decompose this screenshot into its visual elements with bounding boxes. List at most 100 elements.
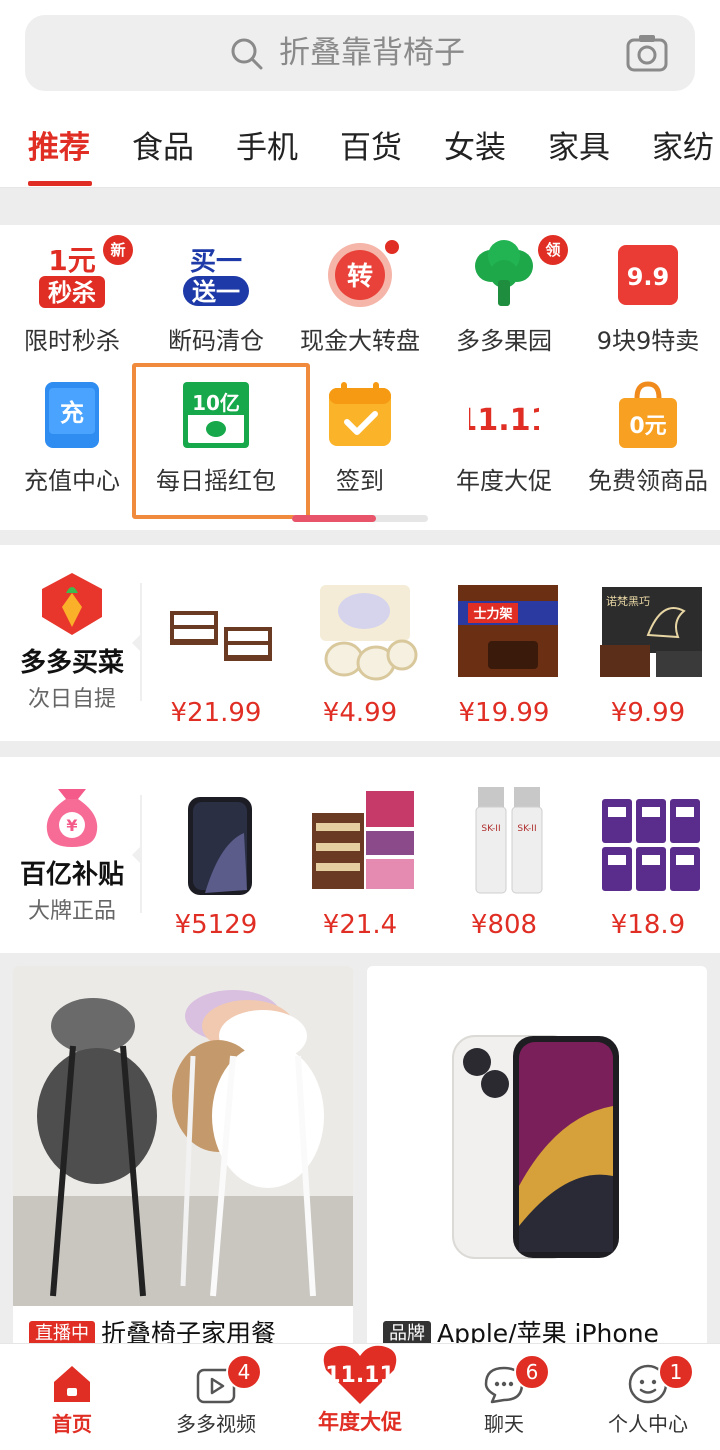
profile-badge: 1 (658, 1354, 694, 1390)
svg-text:9.9: 9.9 (627, 263, 670, 291)
category-tabs: 推荐 食品 手机 百货 女装 家具 家纺 (0, 104, 720, 188)
dark-chocolate-image: 诺梵黑巧 (600, 587, 702, 677)
svg-text:充: 充 (60, 399, 84, 427)
product-price: ¥5129 (174, 910, 258, 940)
feature-grid: 1元 秒杀 新 限时秒杀 买一 送一 断码清仓 转 现金大转盘 领 多多果园 9… (0, 225, 720, 530)
iphone-image (188, 797, 252, 895)
product-card[interactable]: ¥21.4 (290, 775, 430, 945)
claim-badge: 领 (538, 235, 568, 265)
product-price: ¥18.9 (610, 910, 686, 940)
svg-text:SK-II: SK-II (517, 824, 536, 834)
product-card[interactable]: ¥18.9 (578, 775, 718, 945)
grid-label: 多多果园 (456, 327, 552, 355)
money-bag-icon: ¥ (46, 789, 98, 847)
grid-item-annual-sale[interactable]: 11.11 年度大促 (432, 365, 576, 495)
svg-text:诺梵黑巧: 诺梵黑巧 (606, 595, 650, 608)
svg-text:¥: ¥ (66, 816, 77, 835)
search-icon (231, 38, 263, 70)
svg-text:11.11: 11.11 (325, 1363, 395, 1388)
product-price: ¥808 (470, 910, 538, 940)
carrot-icon (42, 573, 102, 635)
svg-text:买一: 买一 (190, 247, 242, 277)
search-input[interactable]: 折叠靠背椅子 (25, 15, 695, 91)
feed-card[interactable]: 品牌 Apple/苹果 iPhone (367, 966, 707, 1386)
chocolate-bars-image (312, 791, 414, 889)
double-eleven-heart-icon: 11.11 (323, 1345, 397, 1404)
tab-womens-wear[interactable]: 女装 (444, 126, 506, 170)
grid-label: 免费领商品 (588, 467, 708, 495)
search-header: 折叠靠背椅子 (0, 0, 720, 104)
product-card[interactable]: 诺梵黑巧 ¥9.99 (578, 563, 718, 733)
tab-general-goods[interactable]: 百货 (340, 126, 402, 170)
clearance-icon: 买一 送一 (183, 247, 249, 306)
grid-label: 断码清仓 (168, 327, 264, 355)
grid-item-cash-wheel[interactable]: 转 现金大转盘 (288, 225, 432, 355)
snickers-box-image: 士力架 (458, 585, 558, 677)
grid-label: 现金大转盘 (300, 327, 420, 355)
grid-scroll-thumb (292, 515, 376, 522)
grid-label: 充值中心 (24, 467, 120, 495)
grid-label: 9块9特卖 (596, 327, 700, 355)
nine-nine-icon: 9.9 (618, 245, 678, 305)
product-card[interactable]: ¥21.99 (146, 563, 286, 733)
product-price: ¥21.4 (322, 910, 398, 940)
promo-subtitle: 次日自提 (27, 687, 116, 712)
tab-home-textile[interactable]: 家纺 (652, 126, 714, 170)
chocolate-box-image (170, 611, 272, 661)
grid-item-flash-sale[interactable]: 1元 秒杀 新 限时秒杀 (0, 225, 144, 355)
diaper-packs-image (602, 799, 700, 891)
bottom-nav: 首页 4 多多视频 11.11 年度大促 6 聊天 1 个人中心 (0, 1343, 720, 1450)
grid-label: 限时秒杀 (24, 327, 120, 355)
svg-text:1元: 1元 (48, 244, 95, 277)
grid-item-nine-nine[interactable]: 9.9 9块9特卖 (576, 225, 720, 355)
grid-label: 年度大促 (456, 467, 552, 495)
tab-furniture[interactable]: 家具 (548, 126, 610, 170)
svg-text:秒杀: 秒杀 (48, 279, 96, 307)
nav-home[interactable]: 首页 (0, 1344, 144, 1450)
grid-item-recharge[interactable]: 充 充值中心 (0, 365, 144, 495)
nav-profile[interactable]: 1 个人中心 (576, 1344, 720, 1450)
product-card[interactable]: SK-II SK-II ¥808 (434, 775, 574, 945)
feed-card[interactable]: 直播中 折叠椅子家用餐 (13, 966, 353, 1386)
highlight-frame (132, 363, 310, 519)
grid-item-free-goods[interactable]: 0元 免费领商品 (576, 365, 720, 495)
promo-grocery[interactable]: 多多买菜 次日自提 ¥21.99 ¥4.99 士力架 ¥19.99 诺梵黑巧 ¥… (0, 545, 720, 741)
iphone-product-image (367, 966, 707, 1306)
camera-icon[interactable] (625, 31, 669, 75)
tab-food[interactable]: 食品 (132, 126, 194, 170)
svg-text:转: 转 (347, 262, 373, 292)
grid-item-orchard[interactable]: 领 多多果园 (432, 225, 576, 355)
svg-text:0元: 0元 (629, 414, 666, 439)
grid-item-clearance[interactable]: 买一 送一 断码清仓 (144, 225, 288, 355)
svg-text:11.11: 11.11 (469, 403, 539, 438)
product-card[interactable]: ¥4.99 (290, 563, 430, 733)
chat-badge: 6 (514, 1354, 550, 1390)
product-price: ¥9.99 (610, 698, 686, 728)
video-badge: 4 (226, 1354, 262, 1390)
calendar-check-icon (329, 382, 391, 446)
active-tab-indicator (28, 181, 92, 186)
product-price: ¥21.99 (170, 698, 262, 728)
product-price: ¥4.99 (322, 698, 398, 728)
promo-subsidy[interactable]: ¥ 百亿补贴 大牌正品 ¥5129 ¥21.4 SK-II SK-II ¥808… (0, 757, 720, 953)
divider-arrow (132, 633, 142, 653)
product-card[interactable]: 士力架 ¥19.99 (434, 563, 574, 733)
promo-subtitle: 大牌正品 (27, 899, 116, 924)
recharge-icon: 充 (45, 382, 99, 448)
notification-dot (383, 238, 401, 256)
tab-phone[interactable]: 手机 (236, 126, 298, 170)
product-card[interactable]: ¥5129 (146, 775, 286, 945)
tab-recommend[interactable]: 推荐 (28, 126, 90, 170)
nav-annual-sale[interactable]: 11.11 年度大促 (288, 1344, 432, 1450)
nav-label: 年度大促 (318, 1410, 402, 1434)
search-placeholder: 折叠靠背椅子 (279, 35, 465, 71)
nav-video[interactable]: 4 多多视频 (144, 1344, 288, 1450)
nav-label: 多多视频 (176, 1412, 256, 1436)
flash-sale-icon: 1元 秒杀 (39, 244, 105, 308)
home-icon (54, 1366, 90, 1402)
svg-text:SK-II: SK-II (481, 824, 500, 834)
new-badge: 新 (103, 235, 133, 265)
skincare-bottles-image: SK-II SK-II (475, 787, 543, 894)
divider-arrow (132, 845, 142, 865)
nav-chat[interactable]: 6 聊天 (432, 1344, 576, 1450)
